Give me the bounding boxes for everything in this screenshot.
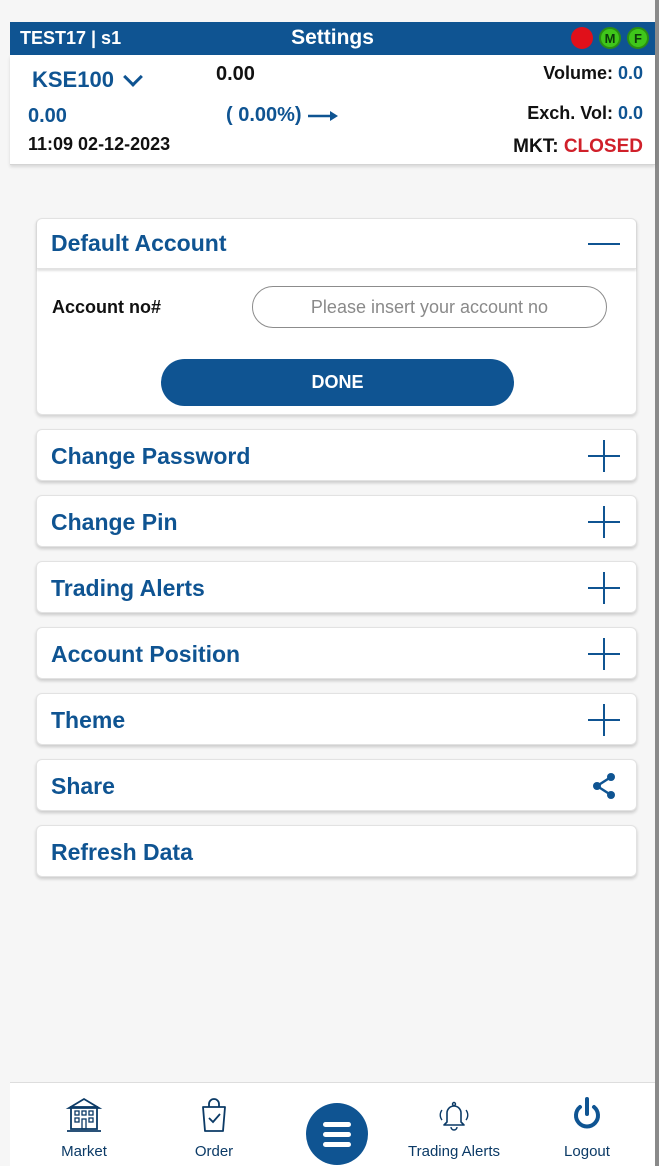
default-account-label: Default Account bbox=[51, 230, 227, 256]
share-icon[interactable] bbox=[590, 772, 618, 800]
shopping-bag-icon bbox=[202, 1098, 226, 1132]
phone-screen: TEST17 | s1 Settings M F KSE100 0.00 Vol… bbox=[0, 0, 655, 1166]
exch-vol-value: 0.0 bbox=[617, 103, 643, 123]
default-account-header[interactable]: Default Account bbox=[37, 219, 636, 269]
expand-plus-icon[interactable] bbox=[588, 440, 620, 472]
nav-trading-alerts-label: Trading Alerts bbox=[408, 1143, 500, 1160]
refresh-data-section[interactable]: Refresh Data bbox=[36, 825, 637, 877]
status-indicators: M F bbox=[571, 27, 649, 49]
arrow-right-icon bbox=[307, 110, 338, 121]
mkt-label: MKT: bbox=[513, 136, 559, 157]
nav-order[interactable]: Order bbox=[154, 1083, 274, 1166]
nav-order-label: Order bbox=[194, 1143, 234, 1160]
change-percent-value: ( 0.00%) bbox=[226, 104, 302, 126]
change-password-section[interactable]: Change Password bbox=[36, 429, 637, 481]
expand-plus-icon[interactable] bbox=[588, 506, 620, 538]
trading-alerts-label: Trading Alerts bbox=[51, 575, 205, 601]
market-status: MKT: CLOSED bbox=[513, 136, 643, 158]
nav-logout[interactable]: Logout bbox=[527, 1083, 647, 1166]
expand-plus-icon[interactable] bbox=[588, 572, 620, 604]
expand-plus-icon[interactable] bbox=[588, 638, 620, 670]
volume-value: 0.0 bbox=[617, 63, 643, 83]
index-selector[interactable]: KSE100 bbox=[32, 67, 143, 93]
power-icon bbox=[574, 1097, 600, 1129]
title-bar: TEST17 | s1 Settings M F bbox=[10, 22, 655, 55]
volume-label: Volume: bbox=[543, 63, 613, 83]
index-volume: Volume: 0.0 bbox=[543, 63, 643, 84]
done-button[interactable]: DONE bbox=[161, 359, 514, 406]
exch-vol-label: Exch. Vol: bbox=[527, 103, 613, 123]
default-account-section: Default Account Account no# DONE bbox=[36, 218, 637, 415]
nav-trading-alerts[interactable]: Trading Alerts bbox=[394, 1083, 514, 1166]
index-change: 0.00 bbox=[28, 105, 67, 127]
account-no-input[interactable] bbox=[252, 286, 607, 328]
chevron-down-icon bbox=[123, 67, 143, 87]
market-building-icon bbox=[65, 1097, 103, 1132]
index-datetime: 11:09 02-12-2023 bbox=[28, 134, 171, 154]
collapse-minus-icon[interactable] bbox=[588, 228, 620, 260]
feed-status-f-dot: F bbox=[627, 27, 649, 49]
share-label: Share bbox=[51, 773, 115, 799]
index-price: 0.00 bbox=[216, 63, 255, 85]
exchange-volume: Exch. Vol: 0.0 bbox=[527, 103, 643, 124]
nav-market-label: Market bbox=[61, 1143, 107, 1160]
change-pin-section[interactable]: Change Pin bbox=[36, 495, 637, 547]
index-name: KSE100 bbox=[32, 67, 114, 92]
menu-button[interactable] bbox=[306, 1103, 368, 1165]
bottom-navigation: Market Order Trading Alerts Logout bbox=[10, 1082, 655, 1166]
nav-market[interactable]: Market bbox=[24, 1083, 144, 1166]
bell-icon bbox=[439, 1101, 469, 1131]
page-title: Settings bbox=[291, 26, 374, 49]
change-password-label: Change Password bbox=[51, 443, 251, 469]
index-change-percent: ( 0.00%) bbox=[226, 104, 338, 127]
menu-bar-icon bbox=[323, 1132, 351, 1137]
mkt-status-value: CLOSED bbox=[563, 136, 643, 157]
market-status-m-dot: M bbox=[599, 27, 621, 49]
account-position-section[interactable]: Account Position bbox=[36, 627, 637, 679]
connection-status-dot bbox=[571, 27, 593, 49]
theme-section[interactable]: Theme bbox=[36, 693, 637, 745]
theme-label: Theme bbox=[51, 707, 126, 733]
account-no-label: Account no# bbox=[52, 297, 162, 317]
refresh-data-label: Refresh Data bbox=[51, 839, 193, 865]
index-summary-panel: KSE100 0.00 Volume: 0.0 0.00 ( 0.00%) Ex… bbox=[10, 55, 655, 165]
menu-bar-icon bbox=[323, 1142, 351, 1147]
change-pin-label: Change Pin bbox=[51, 509, 178, 535]
share-section[interactable]: Share bbox=[36, 759, 637, 811]
nav-logout-label: Logout bbox=[564, 1143, 610, 1160]
account-position-label: Account Position bbox=[51, 641, 241, 667]
expand-plus-icon[interactable] bbox=[588, 704, 620, 736]
trading-alerts-section[interactable]: Trading Alerts bbox=[36, 561, 637, 613]
menu-bar-icon bbox=[323, 1122, 351, 1127]
